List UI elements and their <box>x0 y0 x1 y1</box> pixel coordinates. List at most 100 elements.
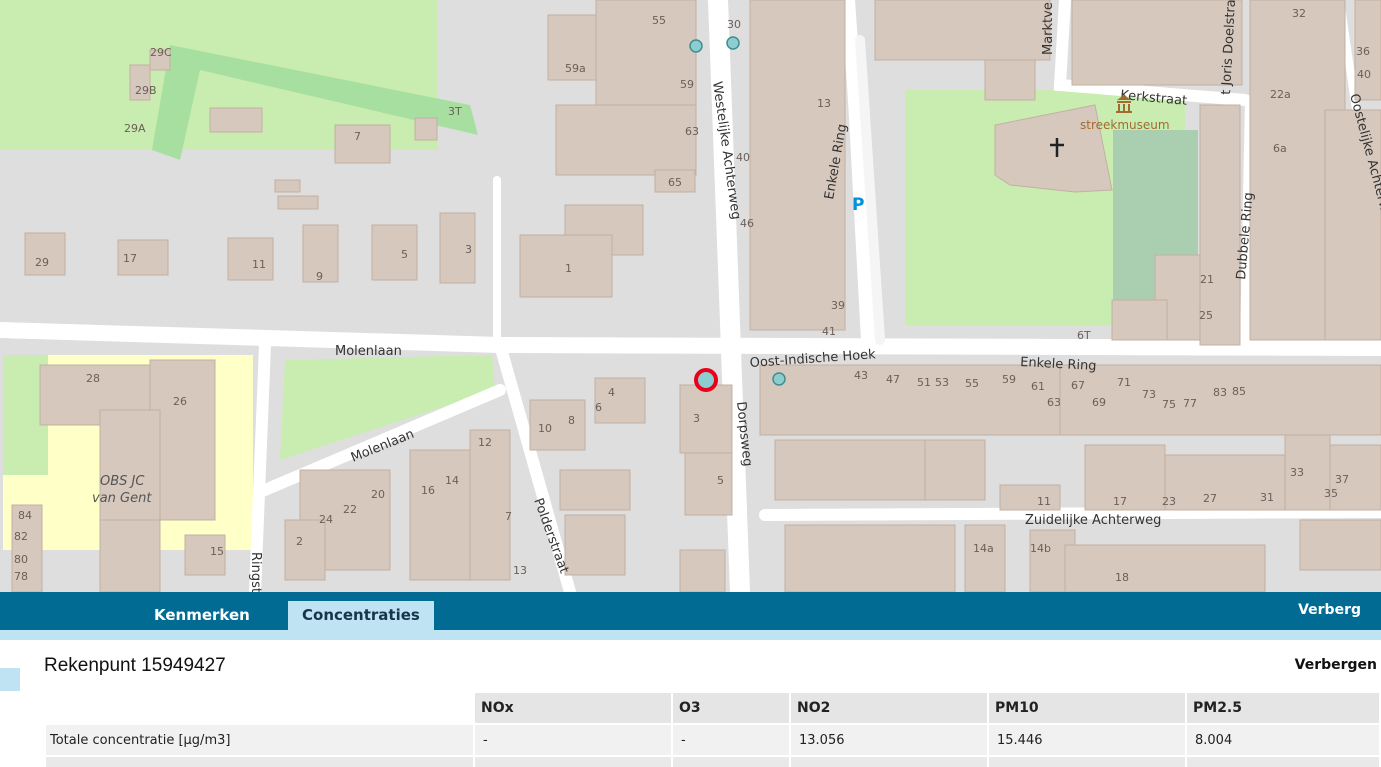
selected-point-marker[interactable] <box>694 368 718 392</box>
svg-text:85: 85 <box>1232 385 1246 398</box>
tab-concentraties[interactable]: Concentraties <box>288 601 434 630</box>
svg-text:35: 35 <box>1324 487 1338 500</box>
svg-text:59: 59 <box>1002 373 1016 386</box>
details-panel: Rekenpunt 15949427 Verbergen NOx O3 NO2 … <box>0 640 1381 767</box>
table-row: Totale concentratie [µg/m3] - - 13.056 1… <box>46 723 1379 755</box>
svg-text:27: 27 <box>1203 492 1217 505</box>
column-header-nox: NOx <box>475 693 671 723</box>
museum-label: streekmuseum <box>1080 118 1170 132</box>
svg-text:18: 18 <box>1115 571 1129 584</box>
tab-underline <box>0 630 1381 640</box>
school-label-line1: OBS JC <box>100 474 145 489</box>
svg-text:63: 63 <box>1047 396 1061 409</box>
street-marktveld: Marktve <box>1041 2 1056 55</box>
column-header-pm25: PM2.5 <box>1187 693 1379 723</box>
svg-text:77: 77 <box>1183 397 1197 410</box>
svg-text:41: 41 <box>822 325 836 338</box>
hide-panel-button[interactable]: Verbergen <box>1295 657 1377 673</box>
parking-icon: P <box>852 195 864 215</box>
svg-text:14a: 14a <box>973 542 994 555</box>
svg-text:23: 23 <box>1162 495 1176 508</box>
svg-text:84: 84 <box>18 509 32 522</box>
svg-text:53: 53 <box>935 376 949 389</box>
column-header-pm10: PM10 <box>989 693 1185 723</box>
svg-text:5: 5 <box>401 248 408 261</box>
svg-text:14b: 14b <box>1030 542 1051 555</box>
svg-text:73: 73 <box>1142 388 1156 401</box>
svg-text:10: 10 <box>538 422 552 435</box>
svg-text:63: 63 <box>685 125 699 138</box>
bus-stop-icon[interactable] <box>772 372 786 386</box>
svg-text:69: 69 <box>1092 396 1106 409</box>
svg-text:75: 75 <box>1162 398 1176 411</box>
svg-text:47: 47 <box>886 373 900 386</box>
svg-text:6T: 6T <box>1077 329 1091 342</box>
svg-text:13: 13 <box>817 97 831 110</box>
svg-text:13: 13 <box>513 564 527 577</box>
svg-text:51: 51 <box>917 376 931 389</box>
svg-text:82: 82 <box>14 530 28 543</box>
school-label-line2: van Gent <box>92 491 152 506</box>
concentration-table: NOx O3 NO2 PM10 PM2.5 Totale concentrati… <box>44 693 1381 767</box>
svg-text:78: 78 <box>14 570 28 583</box>
svg-text:3: 3 <box>693 412 700 425</box>
table-header-blank <box>46 693 473 723</box>
svg-text:65: 65 <box>668 176 682 189</box>
svg-text:15: 15 <box>210 545 224 558</box>
svg-text:7: 7 <box>354 130 361 143</box>
svg-text:1: 1 <box>565 262 572 275</box>
svg-text:8: 8 <box>568 414 575 427</box>
svg-text:29B: 29B <box>135 84 157 97</box>
svg-text:11: 11 <box>252 258 266 271</box>
tab-kenmerken[interactable]: Kenmerken <box>140 601 264 630</box>
svg-text:32: 32 <box>1292 7 1306 20</box>
street-zuidelijke-achterweg: Zuidelijke Achterweg <box>1025 513 1161 528</box>
map-canvas[interactable]: 55 59a 59 63 65 1 30 40 46 29C 29B 29A 7… <box>0 0 1381 592</box>
cell-pm10: 15.446 <box>989 723 1185 755</box>
svg-text:5: 5 <box>717 474 724 487</box>
bus-stop-icon[interactable] <box>726 36 740 50</box>
svg-text:46: 46 <box>740 217 754 230</box>
svg-text:59: 59 <box>680 78 694 91</box>
svg-text:17: 17 <box>1113 495 1127 508</box>
sidebar-toggle[interactable] <box>0 668 20 691</box>
svg-text:43: 43 <box>854 369 868 382</box>
svg-text:12: 12 <box>478 436 492 449</box>
svg-text:3T: 3T <box>448 105 462 118</box>
cell-pm25: 8.004 <box>1187 723 1379 755</box>
svg-text:25: 25 <box>1199 309 1213 322</box>
hide-tabs-button[interactable]: Verberg <box>1298 602 1361 618</box>
svg-text:83: 83 <box>1213 386 1227 399</box>
svg-text:20: 20 <box>371 488 385 501</box>
svg-text:6a: 6a <box>1273 142 1287 155</box>
svg-text:30: 30 <box>727 18 741 31</box>
svg-text:24: 24 <box>319 513 333 526</box>
svg-text:22: 22 <box>343 503 357 516</box>
svg-text:39: 39 <box>831 299 845 312</box>
svg-text:9: 9 <box>316 270 323 283</box>
svg-text:55: 55 <box>965 377 979 390</box>
svg-text:3: 3 <box>465 243 472 256</box>
svg-text:11: 11 <box>1037 495 1051 508</box>
street-molenlaan: Molenlaan <box>335 344 402 359</box>
svg-text:4: 4 <box>608 386 615 399</box>
svg-text:29C: 29C <box>150 46 172 59</box>
street-ringstraat: Ringst <box>248 552 263 592</box>
cell-no2: 13.056 <box>791 723 987 755</box>
svg-text:29: 29 <box>35 256 49 269</box>
svg-text:71: 71 <box>1117 376 1131 389</box>
map-view[interactable]: 55 59a 59 63 65 1 30 40 46 29C 29B 29A 7… <box>0 0 1381 592</box>
panel-title: Rekenpunt 15949427 <box>44 655 226 676</box>
table-row <box>46 755 1379 767</box>
svg-text:14: 14 <box>445 474 459 487</box>
svg-text:2: 2 <box>296 535 303 548</box>
svg-text:80: 80 <box>14 553 28 566</box>
svg-text:40: 40 <box>736 151 750 164</box>
svg-text:29A: 29A <box>124 122 146 135</box>
svg-text:6: 6 <box>595 401 602 414</box>
svg-text:17: 17 <box>123 252 137 265</box>
bus-stop-icon[interactable] <box>689 39 703 53</box>
svg-text:31: 31 <box>1260 491 1274 504</box>
svg-text:33: 33 <box>1290 466 1304 479</box>
svg-text:22a: 22a <box>1270 88 1291 101</box>
